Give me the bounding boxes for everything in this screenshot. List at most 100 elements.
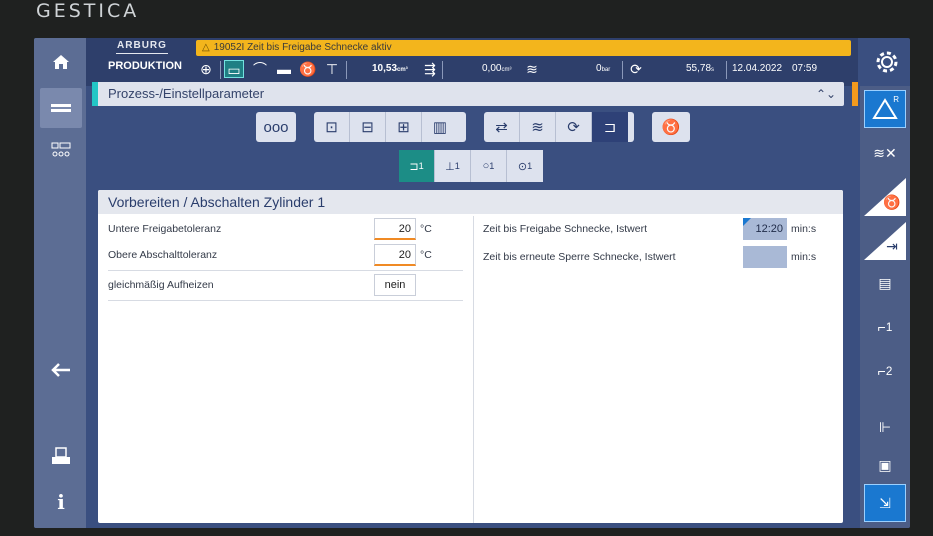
- thermometer-icon: ⊥: [445, 160, 455, 173]
- mode-label: PRODUKTION: [108, 60, 182, 72]
- comb-icon: ▥: [432, 119, 448, 136]
- hopper-icon: ♉: [661, 119, 681, 136]
- time: 07:59: [792, 63, 818, 74]
- settings-button[interactable]: [870, 48, 904, 82]
- bezel-brand: GESTICA: [36, 0, 140, 22]
- alarm-bar[interactable]: △ 19052I Zeit bis Freigabe Schnecke aktiv: [196, 40, 851, 56]
- status-row: ⊕ ▭ ⌒ ▬ ♉ ⊤ 10,53cm³ ⇶ 0,00cm³ ≋ 0bar ⟳ …: [196, 58, 856, 82]
- actual-label: Zeit bis erneute Sperre Schnecke, Istwer…: [483, 251, 676, 263]
- process-title: Prozess-/Einstellparameter: [108, 86, 265, 101]
- cylinder-button[interactable]: ⊐: [592, 112, 628, 142]
- actual-unit: min:s: [791, 223, 817, 235]
- nav-list-button[interactable]: ▤: [864, 264, 906, 302]
- toolbar-group-4: ♉: [652, 112, 690, 142]
- param-row: gleichmäßig Aufheizen nein: [108, 272, 463, 298]
- role-button[interactable]: R: [864, 90, 906, 128]
- divider: [108, 270, 463, 271]
- hopper-button[interactable]: ♉: [652, 112, 690, 142]
- arburg-logo: ARBURG: [116, 40, 168, 54]
- toolbar-cylinder: ⊐ 1 ⊥ 1 ○ 1 ⊙ 1: [399, 150, 543, 182]
- ejector-icon: ⊞: [397, 119, 410, 136]
- info-button[interactable]: i: [40, 482, 82, 522]
- monitor-icon: ▣: [878, 456, 892, 473]
- temp-screw-icon: ○: [482, 160, 490, 172]
- nav-io-button[interactable]: ⊩: [864, 408, 906, 446]
- gripper-icon[interactable]: ▬: [274, 60, 294, 78]
- cylinder-prepare-tab[interactable]: ⊐ 1: [399, 150, 435, 182]
- back-arrow-icon: [51, 363, 70, 377]
- actual-label: Zeit bis Freigabe Schnecke, Istwert: [483, 223, 647, 235]
- lower-tolerance-input[interactable]: 20: [374, 218, 416, 240]
- screw-nav-button[interactable]: ≋✕: [864, 134, 906, 172]
- nozzle-button[interactable]: ⇄: [484, 112, 520, 142]
- column-divider: [473, 216, 474, 523]
- pressure: 0bar: [596, 63, 611, 74]
- robot-icon[interactable]: ⌒: [250, 60, 270, 78]
- divider: [108, 300, 463, 301]
- param-label: Obere Abschalttoleranz: [108, 249, 218, 261]
- nav-eject-button[interactable]: ⇥: [864, 222, 906, 260]
- injection-index-1: 1: [885, 320, 893, 334]
- menu-icon: [51, 104, 71, 112]
- tab-index: 1: [418, 161, 424, 171]
- screen-icon[interactable]: ▭: [224, 60, 244, 78]
- core-button[interactable]: ▥: [422, 112, 458, 142]
- machine-icon: [51, 142, 71, 157]
- mould-icon: ♉: [883, 193, 901, 210]
- process-parameter-bar[interactable]: Prozess-/Einstellparameter ⌃⌄: [92, 82, 844, 106]
- mould-icon[interactable]: ♉: [298, 60, 318, 78]
- injection-icon: ⇶: [424, 61, 436, 77]
- mould-close-button[interactable]: ⊡: [314, 112, 350, 142]
- print-button[interactable]: [40, 436, 82, 476]
- actual-row: Zeit bis erneute Sperre Schnecke, Istwer…: [483, 244, 828, 270]
- nav-injection1-button[interactable]: ⌐ 1: [864, 308, 906, 346]
- relock-time-value: [743, 246, 787, 268]
- ejector-button[interactable]: ⊞: [386, 112, 422, 142]
- nozzle-icon: ⇄: [495, 119, 508, 136]
- globe-icon[interactable]: ⊕: [196, 60, 216, 78]
- alarm-text: 19052I Zeit bis Freigabe Schnecke aktiv: [213, 42, 392, 53]
- io-icon: ⊩: [878, 418, 892, 435]
- right-sidebar: R ≋✕ ♉ ⇥ ▤ ⌐ 1 ⌐ 2 ⊩ ▣ ⇲: [860, 86, 910, 528]
- role-letter: R: [893, 95, 899, 104]
- screw-button[interactable]: ≋: [520, 112, 556, 142]
- home-icon: [53, 55, 69, 69]
- dosing-button[interactable]: ⟳: [556, 112, 592, 142]
- tab-index: 1: [489, 161, 495, 171]
- info-icon: i: [57, 490, 65, 514]
- volume2: 0,00cm³: [482, 63, 512, 74]
- nav-injection2-button[interactable]: ⌐ 2: [864, 352, 906, 390]
- eject-icon: ⇥: [886, 237, 898, 254]
- panel-title: Vorbereiten / Abschalten Zylinder 1: [98, 190, 843, 214]
- machine-button[interactable]: [40, 130, 82, 170]
- menu-button[interactable]: [40, 88, 82, 128]
- release-time-value: 12:20: [743, 218, 787, 240]
- scroll-indicator: [852, 82, 858, 106]
- back-button[interactable]: [40, 350, 82, 390]
- list-icon: ▤: [878, 274, 892, 291]
- uniform-heating-toggle[interactable]: nein: [374, 274, 416, 296]
- screw-icon: ≋: [531, 119, 544, 136]
- param-unit: °C: [420, 249, 432, 261]
- nav-resize-button[interactable]: ⇲: [864, 484, 906, 522]
- warning-icon: △: [202, 42, 210, 53]
- screw-icon: ≋: [526, 61, 538, 77]
- cycle-time: 55,78s: [686, 63, 715, 74]
- chevron-updown-icon[interactable]: ⌃⌄: [816, 82, 836, 106]
- conveyor-icon[interactable]: ⊤: [322, 60, 342, 78]
- cylinder-temp-tab[interactable]: ⊥ 1: [435, 150, 471, 182]
- cylinder-monitor-tab[interactable]: ⊙ 1: [507, 150, 543, 182]
- cylinder-cool-tab[interactable]: ○ 1: [471, 150, 507, 182]
- cylinder-icon: ⊐: [603, 119, 617, 136]
- nav-monitor-button[interactable]: ▣: [864, 446, 906, 484]
- upper-tolerance-input[interactable]: 20: [374, 244, 416, 266]
- home-button[interactable]: [40, 42, 82, 82]
- nav-mould-button[interactable]: ♉: [864, 178, 906, 216]
- param-label: Untere Freigabetoleranz: [108, 223, 222, 235]
- cylinder-prepare-icon: ⊐: [409, 160, 419, 173]
- dosing-icon: ⟳: [567, 119, 580, 136]
- mould-open-button[interactable]: ⊟: [350, 112, 386, 142]
- hmi-screen: i ARBURG PRODUKTION △ 19052I Zeit bis Fre…: [34, 38, 910, 528]
- tab-index: 1: [527, 161, 533, 171]
- more-button[interactable]: ooo: [256, 112, 296, 142]
